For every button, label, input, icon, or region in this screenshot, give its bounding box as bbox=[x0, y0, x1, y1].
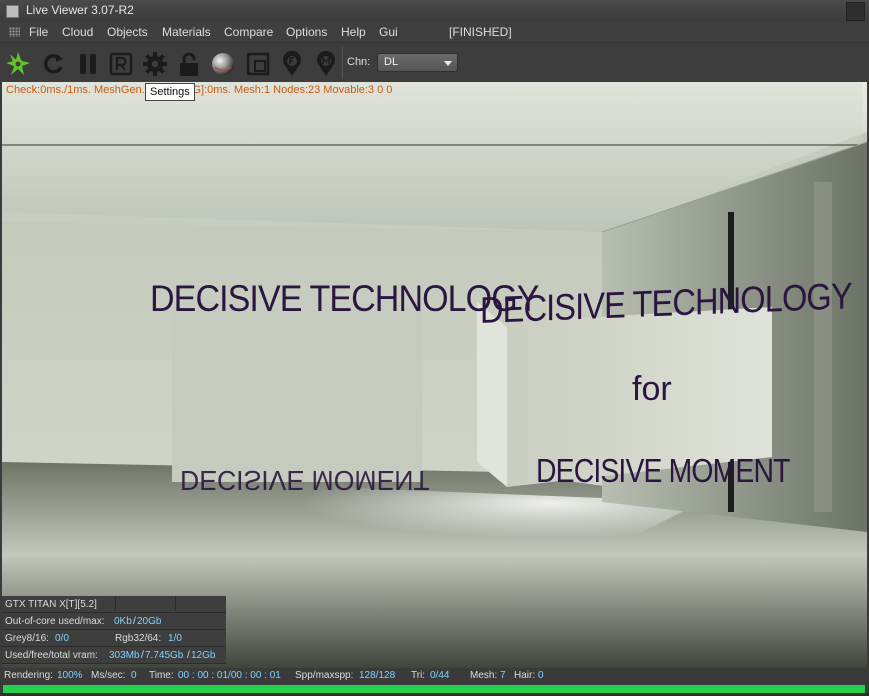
toolbar-separator bbox=[342, 47, 343, 79]
rendering-value: 100% bbox=[57, 670, 83, 681]
gpu-cell bbox=[115, 596, 176, 611]
vram-slash: / bbox=[187, 650, 190, 661]
out-of-core-label: Out-of-core used/max: bbox=[5, 616, 105, 627]
scene-text-right-bottom: DECISIVE MOMENT bbox=[536, 452, 790, 489]
render-viewport[interactable]: DECISIVE TECHNOLOGY DECISIVE MOMENT DECI… bbox=[2, 82, 867, 668]
render-progress-fill bbox=[3, 685, 865, 693]
restart-r-icon[interactable] bbox=[108, 51, 134, 77]
render-status-label: [FINISHED] bbox=[449, 25, 512, 39]
region-select-icon[interactable] bbox=[245, 51, 271, 77]
mesh-value: 7 bbox=[500, 670, 506, 681]
vram-label: Used/free/total vram: bbox=[5, 650, 98, 661]
menu-cloud[interactable]: Cloud bbox=[62, 25, 93, 39]
time-value: 00 : 00 : 01/00 : 00 : 01 bbox=[178, 670, 281, 681]
lock-icon[interactable] bbox=[176, 51, 202, 77]
menu-gui[interactable]: Gui bbox=[379, 25, 398, 39]
menu-bar: File Cloud Objects Materials Compare Opt… bbox=[0, 22, 869, 42]
menu-compare[interactable]: Compare bbox=[224, 25, 273, 39]
channel-select-value: DL bbox=[384, 56, 399, 68]
channel-select[interactable]: DL bbox=[377, 53, 458, 72]
pause-icon[interactable] bbox=[75, 51, 101, 77]
grip-icon[interactable] bbox=[9, 27, 20, 37]
rendering-label: Rendering: bbox=[4, 670, 53, 681]
status-bar: Rendering: 100% Ms/sec: 0 Time: 00 : 00 … bbox=[0, 668, 869, 685]
menu-options[interactable]: Options bbox=[286, 25, 327, 39]
grey-label: Grey8/16: bbox=[5, 633, 49, 644]
octane-logo-icon[interactable] bbox=[5, 51, 31, 77]
window-close-button[interactable] bbox=[846, 2, 865, 21]
material-picker-icon[interactable] bbox=[313, 50, 339, 77]
focus-picker-icon[interactable] bbox=[279, 50, 305, 77]
menu-objects[interactable]: Objects bbox=[107, 25, 148, 39]
hair-label: Hair: bbox=[514, 670, 536, 681]
gpu-name: GTX TITAN X[T][5.2] bbox=[5, 599, 97, 610]
mssec-label: Ms/sec: bbox=[91, 670, 126, 681]
vram-free: 7.745Gb bbox=[145, 650, 184, 661]
render-stats-line: Check:0ms./1ms. MeshGen... Update[G]:0ms… bbox=[6, 84, 393, 96]
out-of-core-used: 0Kb bbox=[114, 616, 132, 627]
settings-tooltip: Settings bbox=[145, 83, 195, 101]
grey-value: 0/0 bbox=[55, 633, 69, 644]
title-bar: Live Viewer 3.07-R2 bbox=[0, 0, 869, 23]
out-of-core-slash: / bbox=[133, 616, 136, 627]
scene-text-right-middle: for bbox=[632, 370, 672, 408]
vram-used: 303Mb bbox=[109, 650, 140, 661]
out-of-core-max: 20Gb bbox=[137, 616, 162, 627]
vram-total: 12Gb bbox=[191, 650, 216, 661]
window-title: Live Viewer 3.07-R2 bbox=[26, 3, 134, 17]
tri-value: 0/44 bbox=[430, 670, 450, 681]
out-of-core-row: Out-of-core used/max: 0Kb / 20Gb bbox=[2, 613, 226, 630]
tri-label: Tri: bbox=[411, 670, 426, 681]
menu-file[interactable]: File bbox=[29, 25, 48, 39]
hair-value: 0 bbox=[538, 670, 544, 681]
rgb-value: 1/0 bbox=[168, 633, 182, 644]
menu-materials[interactable]: Materials bbox=[162, 25, 211, 39]
texture-row: Grey8/16: 0/0 Rgb32/64: 1/0 bbox=[2, 630, 226, 647]
gpu-name-row: GTX TITAN X[T][5.2] bbox=[2, 596, 226, 613]
channel-label: Chn: bbox=[347, 56, 371, 68]
refresh-icon[interactable] bbox=[40, 51, 66, 77]
gear-icon[interactable] bbox=[142, 51, 168, 77]
mesh-label: Mesh: bbox=[470, 670, 498, 681]
toolbar: Chn: DL bbox=[0, 42, 869, 84]
time-label: Time: bbox=[149, 670, 174, 681]
spp-label: Spp/maxspp: bbox=[295, 670, 354, 681]
scene-text-left-bottom: DECISIVE MOMENT bbox=[180, 465, 430, 496]
rgb-label: Rgb32/64: bbox=[115, 633, 162, 644]
menu-help[interactable]: Help bbox=[341, 25, 366, 39]
chevron-down-icon bbox=[444, 61, 452, 66]
render-progress-bar bbox=[3, 685, 865, 693]
vram-row: Used/free/total vram: 303Mb / 7.745Gb / … bbox=[2, 647, 226, 664]
app-icon bbox=[6, 5, 19, 18]
spp-value: 128/128 bbox=[359, 670, 396, 681]
gpu-info-panel: GTX TITAN X[T][5.2] Out-of-core used/max… bbox=[2, 596, 226, 664]
gpu-cell bbox=[175, 596, 227, 611]
sphere-icon[interactable] bbox=[210, 51, 236, 77]
vram-slash: / bbox=[141, 650, 144, 661]
render-image bbox=[2, 82, 867, 668]
mssec-value: 0 bbox=[131, 670, 137, 681]
